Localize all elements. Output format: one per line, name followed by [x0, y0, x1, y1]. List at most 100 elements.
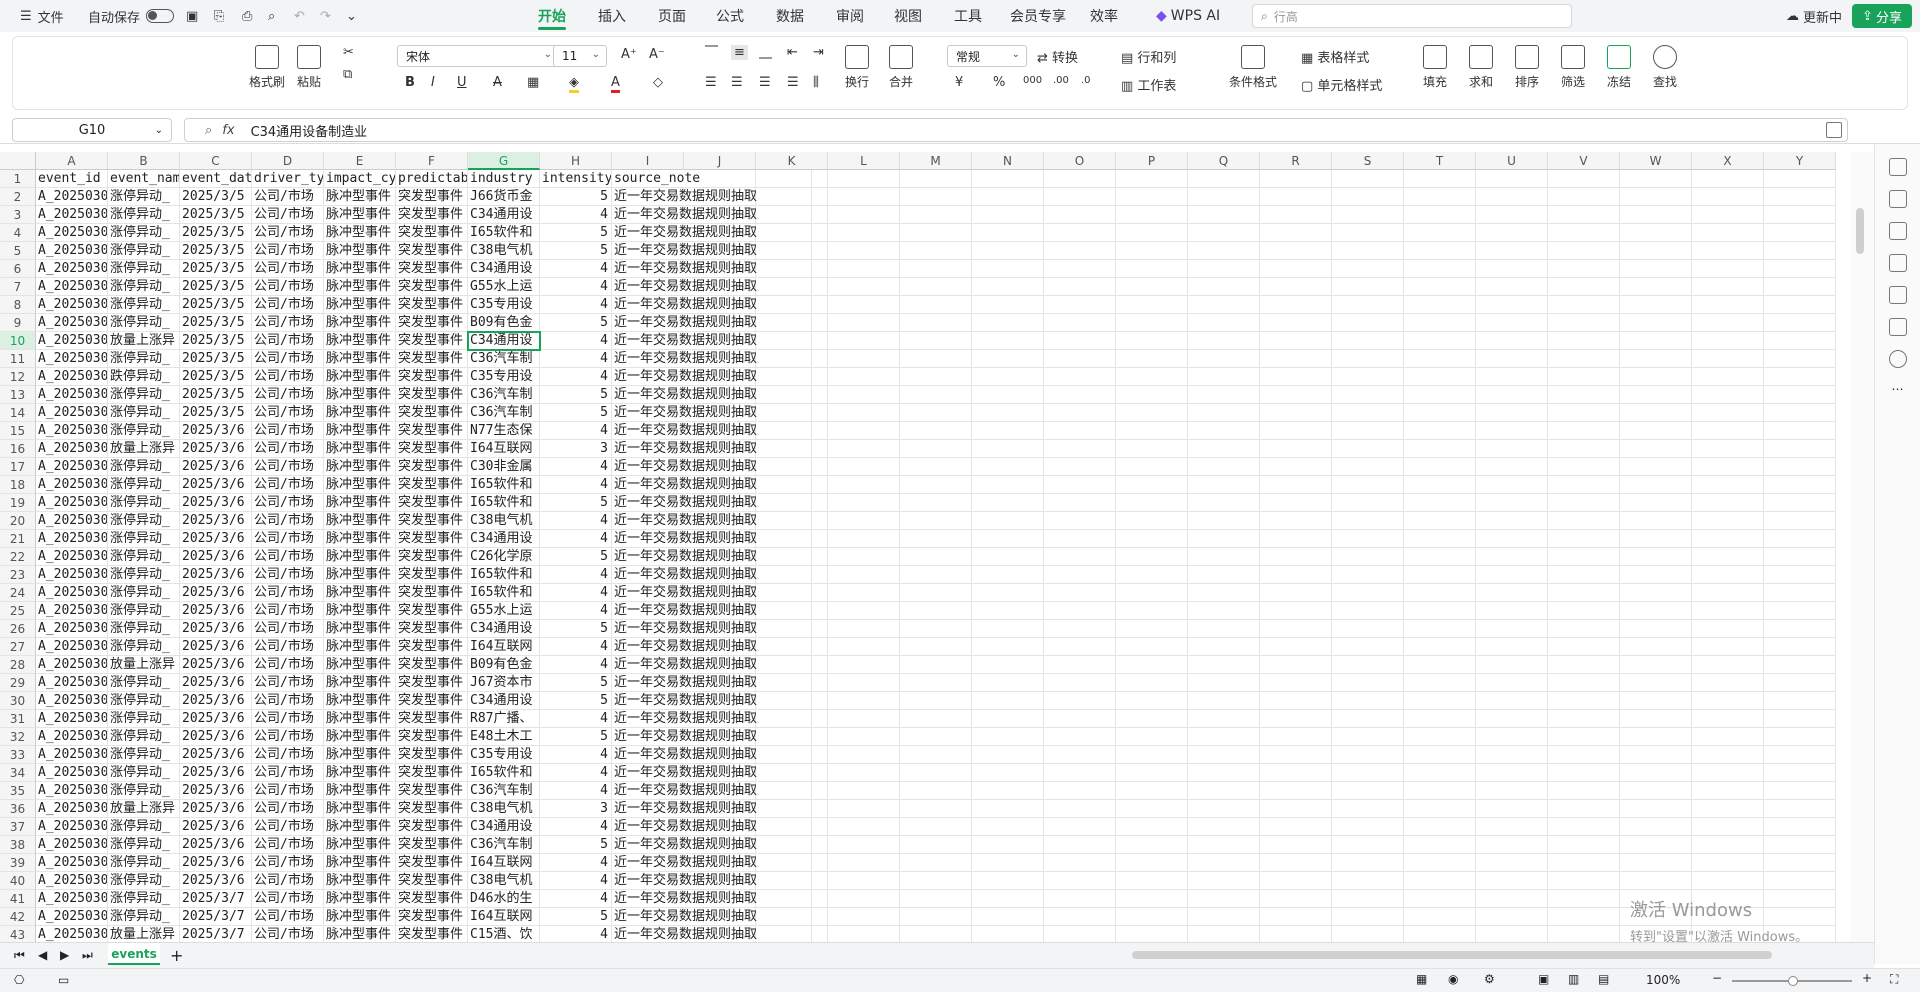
- cell[interactable]: 4: [540, 332, 612, 350]
- cell[interactable]: [1764, 782, 1836, 800]
- cell[interactable]: [1116, 674, 1188, 692]
- cell[interactable]: [1404, 404, 1476, 422]
- cell[interactable]: [1692, 620, 1764, 638]
- cell[interactable]: 涨停异动_: [108, 566, 180, 584]
- cell[interactable]: [828, 494, 900, 512]
- align-center-icon[interactable]: ☰: [731, 75, 743, 90]
- cell[interactable]: [1116, 728, 1188, 746]
- cell[interactable]: [1764, 422, 1836, 440]
- cell[interactable]: [828, 512, 900, 530]
- cell[interactable]: [1260, 890, 1332, 908]
- scroll-thumb[interactable]: [1856, 208, 1864, 254]
- cell[interactable]: [1188, 206, 1260, 224]
- cell[interactable]: 公司/市场: [252, 296, 324, 314]
- cell[interactable]: [1476, 422, 1548, 440]
- cell[interactable]: [1476, 404, 1548, 422]
- column-header-Y[interactable]: Y: [1764, 152, 1836, 170]
- cell[interactable]: [1116, 692, 1188, 710]
- cell[interactable]: [1548, 350, 1620, 368]
- column-header-Q[interactable]: Q: [1188, 152, 1260, 170]
- cell[interactable]: [1764, 620, 1836, 638]
- cell[interactable]: [1260, 530, 1332, 548]
- cell[interactable]: 2025/3/7: [180, 908, 252, 926]
- cell[interactable]: [972, 602, 1044, 620]
- cell[interactable]: [1476, 872, 1548, 890]
- prev-sheet-icon[interactable]: ◀: [38, 948, 47, 962]
- cell[interactable]: 近一年交易数据规则抽取: [612, 440, 812, 458]
- cell[interactable]: [1260, 584, 1332, 602]
- cell[interactable]: C35专用设: [468, 296, 540, 314]
- cell[interactable]: [1404, 296, 1476, 314]
- cell[interactable]: [1620, 638, 1692, 656]
- cell[interactable]: [1620, 530, 1692, 548]
- cell[interactable]: [900, 242, 972, 260]
- row-header[interactable]: 29: [0, 674, 36, 692]
- cell[interactable]: [1476, 548, 1548, 566]
- cell[interactable]: 脉冲型事件: [324, 674, 396, 692]
- cell[interactable]: [972, 440, 1044, 458]
- column-header-V[interactable]: V: [1548, 152, 1620, 170]
- cell[interactable]: [1620, 512, 1692, 530]
- cell[interactable]: 脉冲型事件: [324, 728, 396, 746]
- cell[interactable]: [1116, 890, 1188, 908]
- cell[interactable]: [1188, 188, 1260, 206]
- cell[interactable]: A_2025030: [36, 602, 108, 620]
- horizontal-scrollbar[interactable]: [1108, 949, 1828, 961]
- row-header[interactable]: 7: [0, 278, 36, 296]
- cell[interactable]: [1332, 674, 1404, 692]
- cell[interactable]: 2025/3/6: [180, 584, 252, 602]
- cell[interactable]: [1332, 368, 1404, 386]
- cell[interactable]: [1764, 476, 1836, 494]
- cell[interactable]: [1260, 602, 1332, 620]
- cell[interactable]: 放量上涨异: [108, 332, 180, 350]
- column-header-B[interactable]: B: [108, 152, 180, 170]
- cell[interactable]: [1620, 728, 1692, 746]
- cell[interactable]: [1548, 764, 1620, 782]
- cell[interactable]: 近一年交易数据规则抽取: [612, 818, 812, 836]
- cell[interactable]: [972, 800, 1044, 818]
- cell[interactable]: [1332, 818, 1404, 836]
- cell[interactable]: [900, 170, 972, 188]
- cell[interactable]: [1476, 440, 1548, 458]
- cell[interactable]: 突发型事件: [396, 800, 468, 818]
- cell[interactable]: [1044, 242, 1116, 260]
- cell[interactable]: [1188, 638, 1260, 656]
- cell[interactable]: [828, 872, 900, 890]
- cell[interactable]: [1332, 854, 1404, 872]
- cell[interactable]: 突发型事件: [396, 602, 468, 620]
- cell[interactable]: [1332, 494, 1404, 512]
- cell[interactable]: [1188, 512, 1260, 530]
- cell[interactable]: [1332, 350, 1404, 368]
- cell[interactable]: [900, 494, 972, 512]
- cell[interactable]: [1044, 224, 1116, 242]
- cell[interactable]: [900, 746, 972, 764]
- row-header[interactable]: 12: [0, 368, 36, 386]
- cell[interactable]: [1404, 908, 1476, 926]
- cell[interactable]: 脉冲型事件: [324, 566, 396, 584]
- cell[interactable]: [1548, 728, 1620, 746]
- cell[interactable]: 2025/3/5: [180, 206, 252, 224]
- cell[interactable]: [900, 440, 972, 458]
- cell[interactable]: 涨停异动_: [108, 638, 180, 656]
- cell[interactable]: 2025/3/6: [180, 602, 252, 620]
- cell[interactable]: [1620, 674, 1692, 692]
- cell[interactable]: 突发型事件: [396, 710, 468, 728]
- cell[interactable]: A_2025030: [36, 926, 108, 942]
- cell[interactable]: 脉冲型事件: [324, 404, 396, 422]
- cell[interactable]: [1620, 314, 1692, 332]
- italic-icon[interactable]: I: [431, 75, 435, 90]
- cell[interactable]: 突发型事件: [396, 926, 468, 942]
- cell[interactable]: 突发型事件: [396, 818, 468, 836]
- cell[interactable]: [972, 530, 1044, 548]
- cell[interactable]: [1116, 224, 1188, 242]
- cell[interactable]: [900, 854, 972, 872]
- cell[interactable]: [1188, 314, 1260, 332]
- align-right-icon[interactable]: ☰: [759, 75, 771, 90]
- sort-button[interactable]: 排序: [1515, 45, 1539, 90]
- cell[interactable]: 2025/3/6: [180, 674, 252, 692]
- cell[interactable]: [1548, 692, 1620, 710]
- cell[interactable]: 公司/市场: [252, 782, 324, 800]
- cell[interactable]: [828, 350, 900, 368]
- row-header[interactable]: 17: [0, 458, 36, 476]
- cell[interactable]: [972, 638, 1044, 656]
